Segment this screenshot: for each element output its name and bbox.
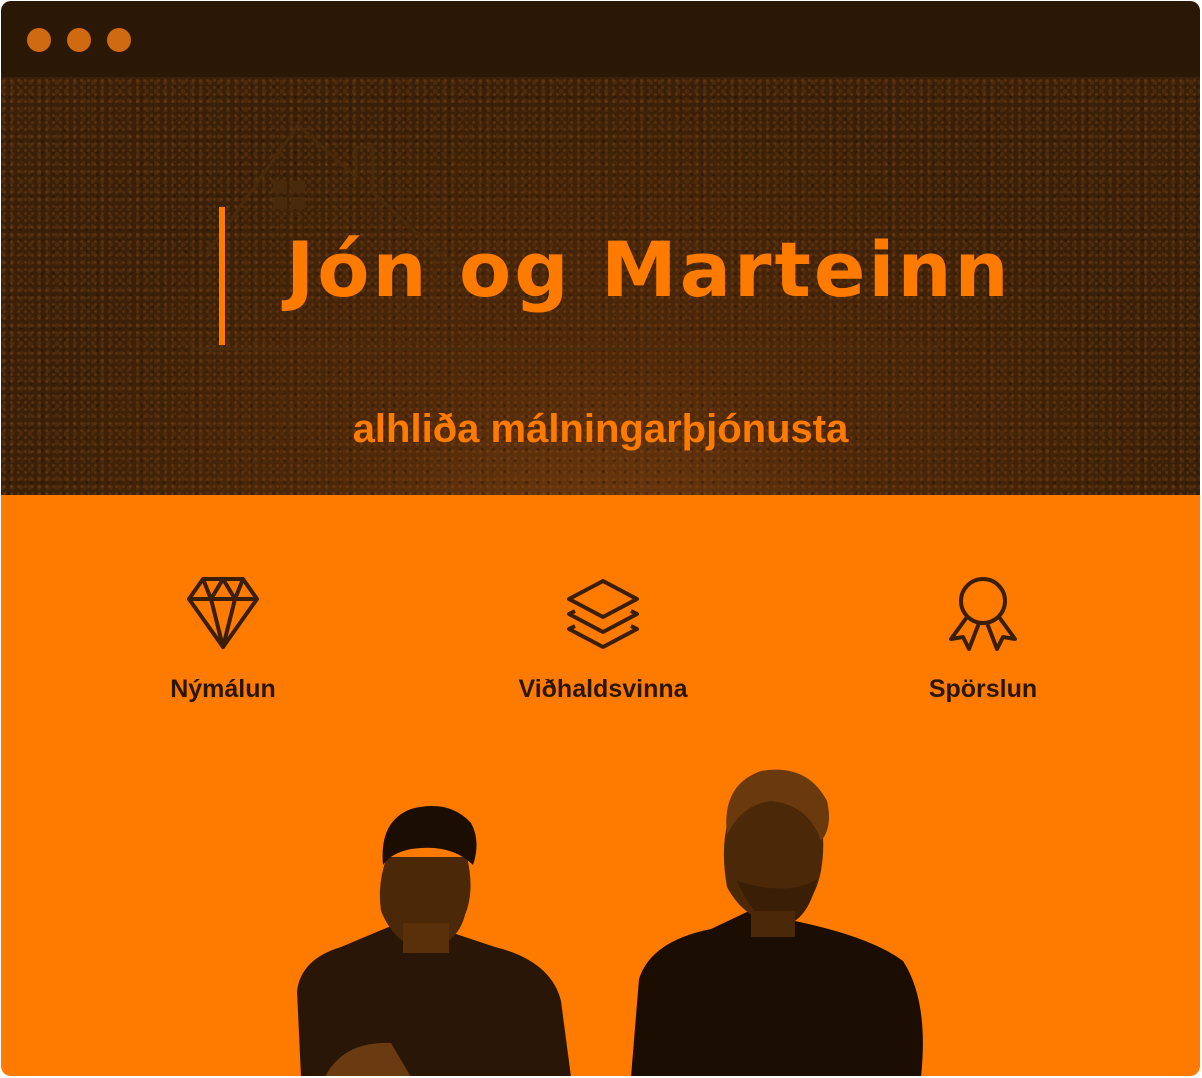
person-left [297, 806, 571, 1076]
service-item-vidhaldsvinna[interactable]: Viðhaldsvinna [483, 573, 723, 704]
service-label: Nýmálun [170, 675, 276, 703]
brand-name: Jón og Marteinn [286, 225, 1012, 314]
award-ribbon-icon [949, 577, 1017, 651]
close-dot[interactable] [27, 28, 51, 52]
service-item-nymalun[interactable]: Nýmálun [103, 573, 343, 704]
service-item-sporslun[interactable]: Spörslun [863, 573, 1103, 704]
minimize-dot[interactable] [67, 28, 91, 52]
person-right [631, 769, 923, 1076]
tagline: alhliða málningarþjónusta [352, 407, 849, 451]
diamond-icon [187, 577, 259, 649]
layers-icon [567, 579, 639, 649]
service-label: Spörslun [928, 675, 1038, 703]
service-label: Viðhaldsvinna [518, 675, 688, 703]
team-photo [297, 769, 923, 1076]
hero-section: Jón og Marteinn alhliða málningarþjónust… [1, 77, 1200, 495]
browser-window: Jón og Marteinn alhliða málningarþjónust… [1, 1, 1200, 1076]
window-titlebar [1, 1, 1200, 77]
maximize-dot[interactable] [107, 28, 131, 52]
